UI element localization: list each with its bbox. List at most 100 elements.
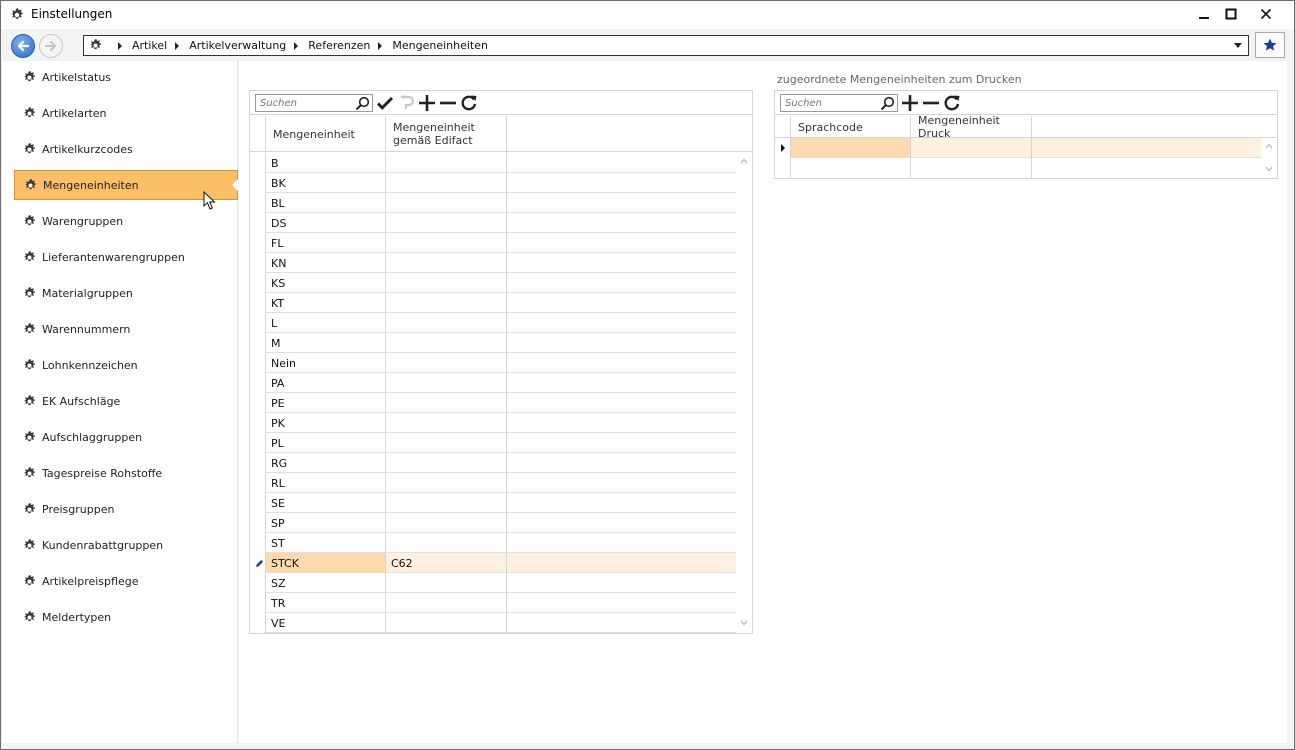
- table-row[interactable]: SE: [250, 493, 736, 513]
- table-row[interactable]: FL: [250, 233, 736, 253]
- chevron-down-icon[interactable]: [740, 619, 748, 627]
- table-row[interactable]: KS: [250, 273, 736, 293]
- edifact-cell[interactable]: [386, 593, 507, 613]
- breadcrumb-item[interactable]: Mengeneinheiten: [392, 39, 488, 52]
- sidebar-item[interactable]: Meldertypen: [14, 602, 238, 632]
- table-row[interactable]: SZ: [250, 573, 736, 593]
- edifact-cell[interactable]: [386, 533, 507, 553]
- mengeneinheit-cell[interactable]: PA: [266, 373, 386, 393]
- mengeneinheit-cell[interactable]: PL: [266, 433, 386, 453]
- sidebar-item[interactable]: Artikelpreispflege: [14, 566, 238, 596]
- refresh-icon[interactable]: [460, 94, 478, 112]
- mengeneinheit-cell[interactable]: DS: [266, 213, 386, 233]
- refresh-icon[interactable]: [943, 94, 961, 112]
- column-header-mengeneinheit-druck[interactable]: Mengeneinheit Druck: [911, 114, 1032, 140]
- edifact-cell[interactable]: [386, 513, 507, 533]
- sidebar-item[interactable]: Tagespreise Rohstoffe: [14, 458, 238, 488]
- sprachcode-cell[interactable]: [791, 138, 911, 158]
- plus-icon[interactable]: [418, 94, 436, 112]
- search-input[interactable]: [256, 95, 352, 111]
- mengeneinheit-cell[interactable]: RL: [266, 473, 386, 493]
- chevron-up-icon[interactable]: [740, 157, 748, 165]
- mengeneinheit-cell[interactable]: KT: [266, 293, 386, 313]
- sidebar-item[interactable]: Artikelstatus: [14, 62, 238, 92]
- undo-icon[interactable]: [397, 94, 415, 112]
- forward-button[interactable]: [39, 34, 63, 58]
- edifact-cell[interactable]: [386, 193, 507, 213]
- edifact-cell[interactable]: [386, 453, 507, 473]
- sidebar-item[interactable]: Artikelarten: [14, 98, 238, 128]
- mengeneinheit-cell[interactable]: RG: [266, 453, 386, 473]
- table-row[interactable]: PL: [250, 433, 736, 453]
- breadcrumb-item[interactable]: Artikel: [132, 39, 167, 52]
- sidebar-item[interactable]: EK Aufschläge: [14, 386, 238, 416]
- sidebar-item[interactable]: Lieferantenwarengruppen: [14, 242, 238, 272]
- edifact-cell[interactable]: C62: [386, 553, 507, 573]
- chevron-up-icon[interactable]: [1265, 142, 1273, 150]
- sidebar-item[interactable]: Warennummern: [14, 314, 238, 344]
- mengeneinheit-cell[interactable]: ST: [266, 533, 386, 553]
- table-row[interactable]: [775, 138, 1261, 158]
- mengeneinheit-cell[interactable]: Nein: [266, 353, 386, 373]
- mengeneinheit-cell[interactable]: BK: [266, 173, 386, 193]
- edifact-cell[interactable]: [386, 293, 507, 313]
- mengeneinheit-cell[interactable]: M: [266, 333, 386, 353]
- vertical-scrollbar[interactable]: [1261, 138, 1277, 178]
- edifact-cell[interactable]: [386, 333, 507, 353]
- mengeneinheit-druck-cell[interactable]: [911, 138, 1032, 158]
- table-row[interactable]: SP: [250, 513, 736, 533]
- table-row[interactable]: [775, 158, 1261, 178]
- minus-icon[interactable]: [922, 94, 940, 112]
- mengeneinheit-cell[interactable]: TR: [266, 593, 386, 613]
- table-row[interactable]: Nein: [250, 353, 736, 373]
- search-box[interactable]: [255, 94, 373, 112]
- sidebar-item[interactable]: Kundenrabattgruppen: [14, 530, 238, 560]
- edifact-cell[interactable]: [386, 493, 507, 513]
- plus-icon[interactable]: [901, 94, 919, 112]
- edifact-cell[interactable]: [386, 233, 507, 253]
- sidebar-item[interactable]: Materialgruppen: [14, 278, 238, 308]
- breadcrumb-item[interactable]: Referenzen: [308, 39, 370, 52]
- search-input[interactable]: [781, 95, 877, 111]
- chevron-down-icon[interactable]: [1234, 43, 1242, 48]
- mengeneinheit-cell[interactable]: FL: [266, 233, 386, 253]
- table-row[interactable]: L: [250, 313, 736, 333]
- maximize-button[interactable]: [1214, 1, 1248, 27]
- vertical-scrollbar[interactable]: [736, 153, 752, 633]
- edifact-cell[interactable]: [386, 353, 507, 373]
- close-button[interactable]: [1249, 1, 1283, 27]
- sidebar-item[interactable]: Preisgruppen: [14, 494, 238, 524]
- edifact-cell[interactable]: [386, 313, 507, 333]
- mengeneinheit-cell[interactable]: SE: [266, 493, 386, 513]
- table-row[interactable]: VE: [250, 613, 736, 633]
- table-row[interactable]: B: [250, 153, 736, 173]
- mengeneinheit-cell[interactable]: STCK: [266, 553, 386, 573]
- column-header-mengeneinheit[interactable]: Mengeneinheit: [266, 116, 386, 152]
- edifact-cell[interactable]: [386, 413, 507, 433]
- column-header-edifact[interactable]: Mengeneinheit gemäß Edifact: [386, 116, 507, 152]
- mengeneinheit-cell[interactable]: PK: [266, 413, 386, 433]
- sidebar-item[interactable]: Lohnkennzeichen: [14, 350, 238, 380]
- table-row[interactable]: STCK C62: [250, 553, 736, 573]
- breadcrumb-item[interactable]: Artikelverwaltung: [189, 39, 286, 52]
- edifact-cell[interactable]: [386, 253, 507, 273]
- search-box[interactable]: [780, 94, 898, 112]
- table-row[interactable]: PK: [250, 413, 736, 433]
- column-header-sprachcode[interactable]: Sprachcode: [791, 116, 911, 138]
- favorite-button[interactable]: [1255, 32, 1285, 58]
- mengeneinheit-druck-cell[interactable]: [911, 158, 1032, 178]
- table-row[interactable]: M: [250, 333, 736, 353]
- edifact-cell[interactable]: [386, 613, 507, 633]
- mengeneinheit-cell[interactable]: B: [266, 153, 386, 173]
- mengeneinheit-cell[interactable]: KS: [266, 273, 386, 293]
- edifact-cell[interactable]: [386, 573, 507, 593]
- edifact-cell[interactable]: [386, 393, 507, 413]
- table-row[interactable]: KT: [250, 293, 736, 313]
- chevron-down-icon[interactable]: [1265, 165, 1273, 173]
- mengeneinheit-cell[interactable]: L: [266, 313, 386, 333]
- checkmark-icon[interactable]: [376, 94, 394, 112]
- table-row[interactable]: DS: [250, 213, 736, 233]
- edifact-cell[interactable]: [386, 173, 507, 193]
- mengeneinheit-cell[interactable]: PE: [266, 393, 386, 413]
- table-row[interactable]: RL: [250, 473, 736, 493]
